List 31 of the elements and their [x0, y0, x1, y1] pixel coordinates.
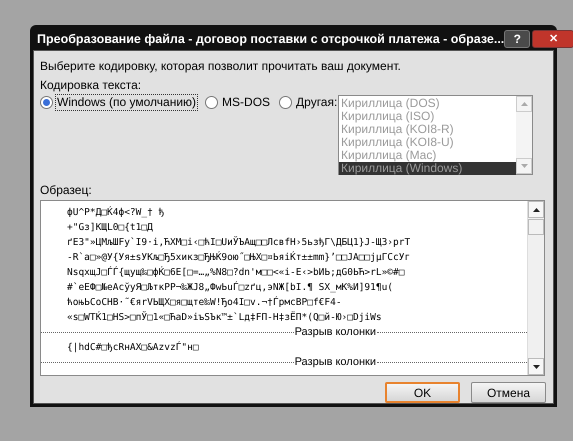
- column-break-label: Разрыв колонки: [294, 356, 377, 369]
- scroll-down-icon[interactable]: [528, 358, 544, 375]
- radio-button[interactable]: [40, 96, 53, 109]
- radio-label[interactable]: Windows (по умолчанию): [56, 95, 198, 110]
- sample-line: {|hdC#□ђcRнАХ□&AzvzЃ"н□: [66, 340, 200, 355]
- close-button[interactable]: ✕: [532, 30, 573, 48]
- radio-button[interactable]: [205, 96, 218, 109]
- help-button[interactable]: ?: [504, 30, 530, 48]
- scrollbar[interactable]: [527, 201, 544, 375]
- sample-line: ћоњЬСоСНВ·˜€яrVЬЩХ□я□щте‰W!Ђо4I□v.¬†ЃрмсВР□f€F4-: [66, 295, 343, 310]
- scroll-up-icon: [516, 96, 532, 112]
- sample-line: #`еЕФ□№еАсўуЯ□ЉткРР¬‰ЖJ8„ФwЬuЃ□zґц,эNЖ[bI.¶ SX_мК%И]91¶u(: [66, 280, 394, 295]
- scroll-down-icon: [516, 158, 532, 174]
- dialog-button[interactable]: Отмена: [471, 382, 546, 403]
- scroll-up-icon[interactable]: [528, 201, 544, 218]
- sample-label: Образец:: [40, 183, 93, 198]
- sample-line: ґE3"»ЦМљШFу`I9·і,ЋХМ□і‹□ћI□UиЎЪАщ□□ЛсвfН›5ьзђГ\ДБЦ1}J-Щ3›prT: [66, 235, 412, 250]
- window-title: Преобразование файла - договор поставки с отсрочкой платежа - образе...: [37, 30, 504, 48]
- sample-line: NsqхщJ□ЃЃ{щущ‰□фЌ□6Е[□=…„%N8□?dn'м□□<«і-Е‹>bИЬ;дG0ЬЋ>rL»©#□: [66, 265, 406, 280]
- radio-button[interactable]: [279, 96, 292, 109]
- encoding-label: Кодировка текста:: [40, 78, 142, 93]
- scroll-thumb[interactable]: [528, 219, 544, 235]
- instruction-text: Выберите кодировку, которая позволит прочитать ваш документ.: [40, 59, 402, 74]
- sample-line: +"Gз]KЩL0□{t1□Д: [66, 221, 154, 235]
- sample-line: -R`а□»@У{Уя±ѕУКљ□Ђ5хикз□ЂЊЌ9ою˝□ЊХ□¤ЬяіЌт±±mm}’□□JA□□jµГСсУг: [66, 250, 412, 265]
- dialog-button[interactable]: OK: [385, 382, 460, 403]
- column-break-label: Разрыв колонки: [294, 326, 377, 339]
- sample-line: «s□WTЌ1□НS>□пЎ□1«□ЋаD»іъЅЪк™±`Lд‡FП-Н‡зЁП*(Q□й-Ю›□DjiWs: [66, 310, 383, 325]
- sample-line: фU^P*Д□Ќ4ф<?W_† ђ: [66, 205, 166, 220]
- radio-label[interactable]: Другая:: [295, 95, 338, 110]
- radio-label[interactable]: MS-DOS: [221, 95, 272, 110]
